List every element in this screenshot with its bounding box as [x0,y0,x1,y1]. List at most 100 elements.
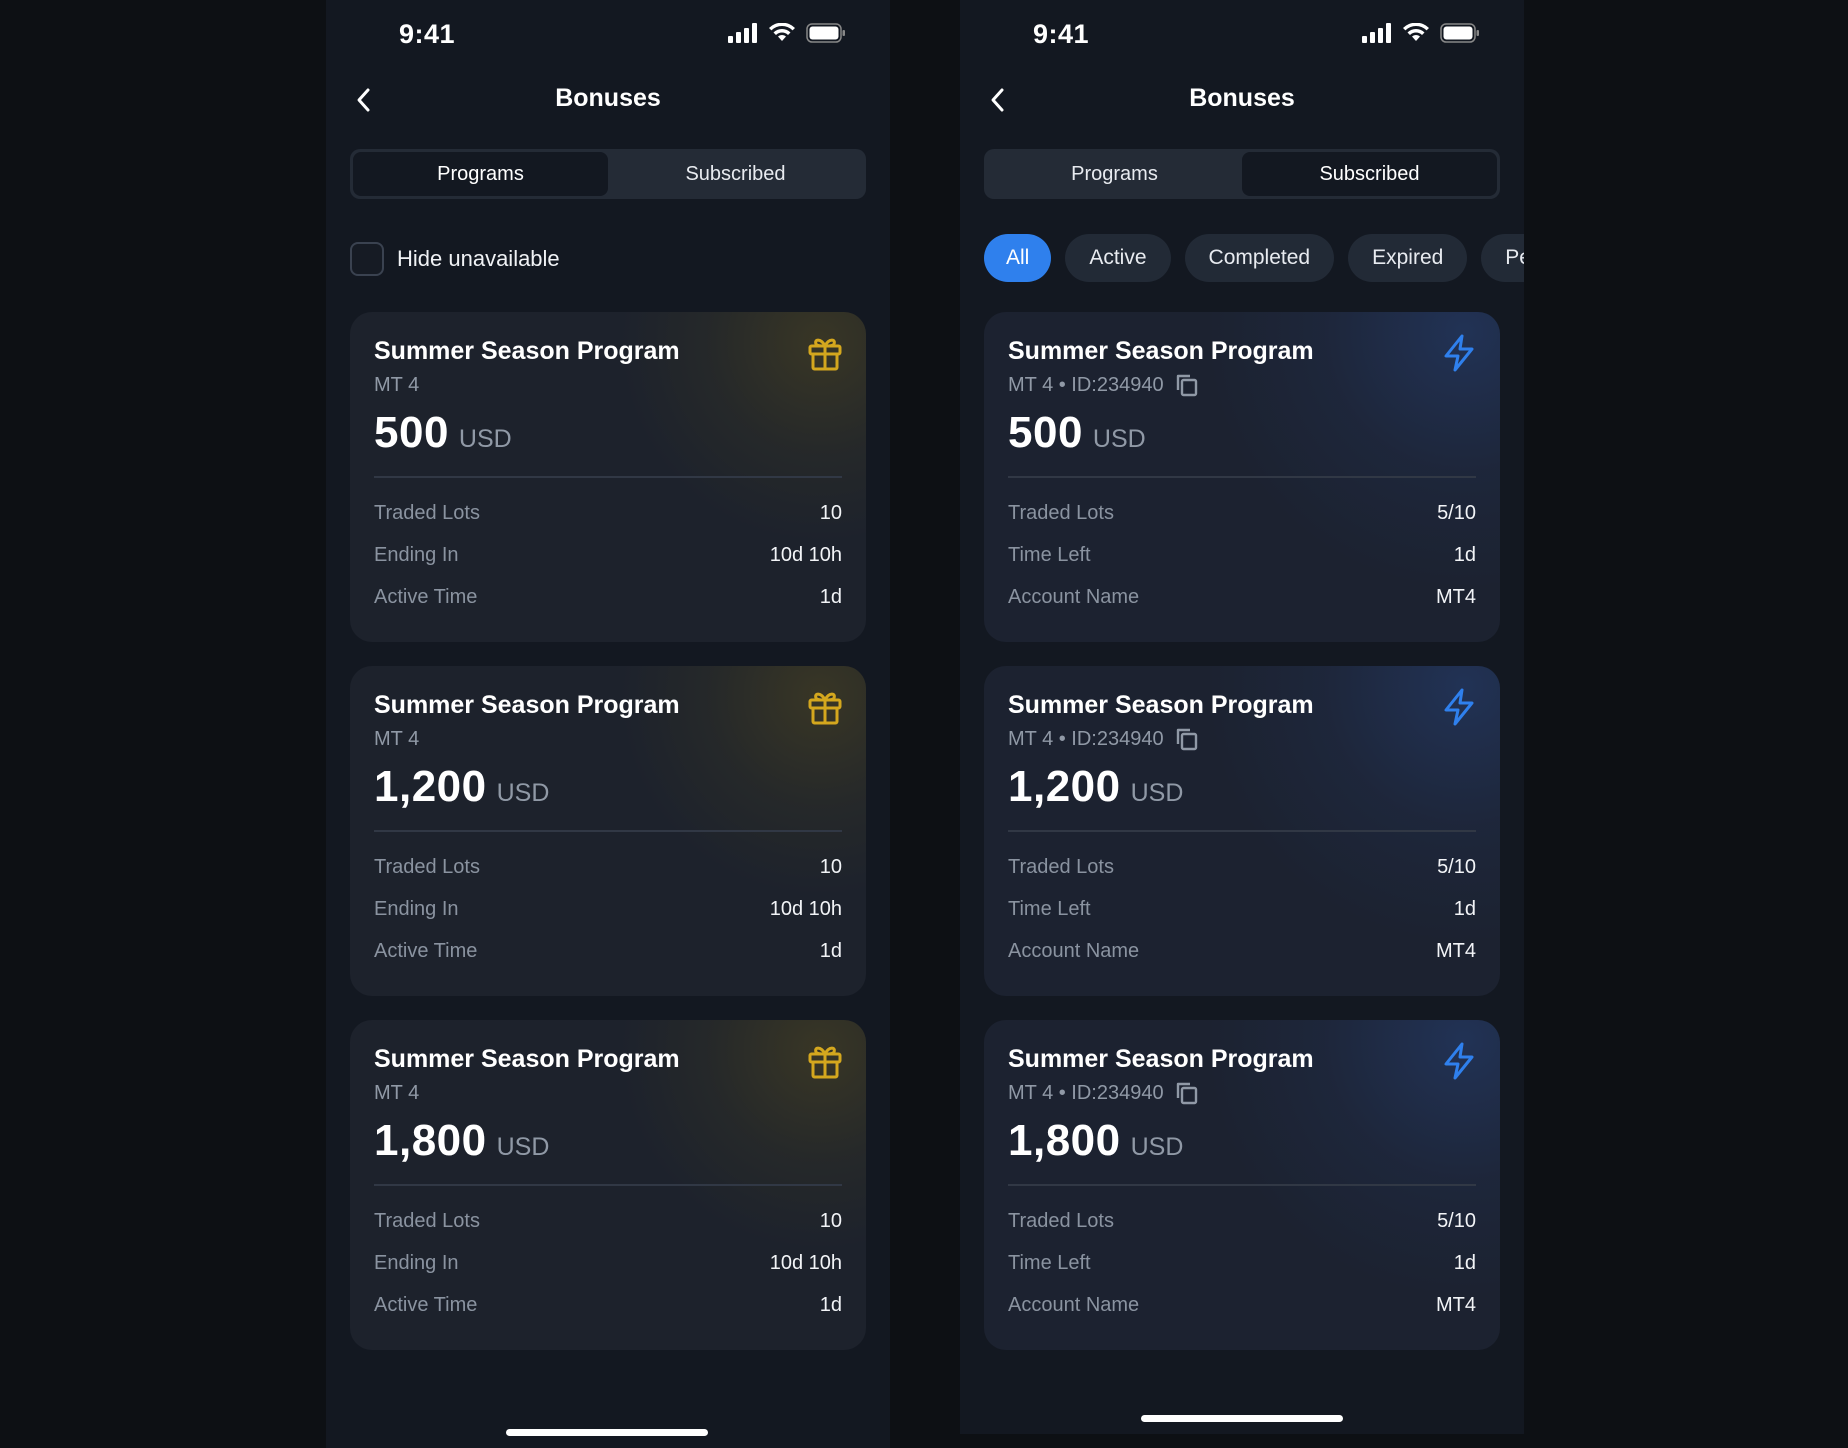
detail-row: Traded Lots 10 [374,846,842,888]
card-details: Traded Lots 10 Ending In 10d 10h Active Ti… [374,846,842,972]
copy-icon[interactable] [1174,726,1200,752]
program-card[interactable]: Summer Season Program MT 4 500 USD Trade… [350,312,866,642]
page-title: Bonuses [555,84,661,112]
card-subtitle: MT 4 [374,372,842,398]
detail-row: Account Name MT4 [1008,1284,1476,1326]
wifi-icon [769,23,795,41]
divider [374,830,842,832]
card-details: Traded Lots 5/10 Time Left 1d Account Name… [1008,1200,1476,1326]
tab-subscribed[interactable]: Subscribed [1242,152,1497,196]
tab-programs[interactable]: Programs [353,152,608,196]
program-card[interactable]: Summer Season Program MT 4 1,200 USD Tra… [350,666,866,996]
detail-row: Time Left 1d [1008,888,1476,930]
detail-row: Traded Lots 10 [374,492,842,534]
detail-row: Traded Lots 10 [374,1200,842,1242]
amount-value: 500 [374,408,449,457]
detail-label: Time Left [1008,543,1091,566]
card-title: Summer Season Program [374,337,680,365]
hide-unavailable-checkbox[interactable] [350,242,384,276]
status-bar: 9:41 [326,0,890,70]
detail-value: 1d [819,585,842,608]
filter-chip-completed[interactable]: Completed [1184,234,1335,282]
gift-icon [806,688,844,726]
subscribed-card[interactable]: Summer Season Program MT 4 • ID:234940 5… [984,312,1500,642]
segmented-control: Programs Subscribed [350,149,866,199]
detail-row: Account Name MT4 [1008,930,1476,972]
detail-label: Traded Lots [1008,855,1114,878]
tab-programs[interactable]: Programs [987,152,1242,196]
lightning-icon [1440,334,1478,372]
filter-chip-all[interactable]: All [984,234,1052,282]
filter-chip-expired[interactable]: Expired [1348,234,1468,282]
amount-value: 1,800 [374,1116,487,1165]
program-card[interactable]: Summer Season Program MT 4 1,800 USD Tra… [350,1020,866,1350]
hide-unavailable-row: Hide unavailable [350,240,560,278]
lightning-icon [1440,688,1478,726]
amount-currency: USD [1092,425,1146,453]
detail-label: Time Left [1008,897,1091,920]
detail-value: 1d [1453,897,1476,920]
card-title: Summer Season Program [1008,337,1314,365]
detail-row: Ending In 10d 10h [374,888,842,930]
status-time: 9:41 [399,19,456,49]
detail-row: Active Time 1d [374,1284,842,1326]
home-indicator[interactable] [506,1429,708,1436]
bonus-amount: 1,200 USD [374,762,842,814]
copy-icon[interactable] [1174,1080,1200,1106]
subscribed-card[interactable]: Summer Season Program MT 4 • ID:234940 1… [984,1020,1500,1350]
detail-row: Time Left 1d [1008,1242,1476,1284]
amount-value: 1,200 [1008,762,1121,811]
detail-label: Ending In [374,1251,459,1274]
amount-currency: USD [1130,779,1184,807]
card-subtitle: MT 4 • ID:234940 [1008,372,1476,398]
divider [374,1184,842,1186]
filter-chip-pending[interactable]: Pe [1481,234,1524,282]
detail-label: Traded Lots [1008,1209,1114,1232]
card-details: Traded Lots 10 Ending In 10d 10h Active Ti… [374,1200,842,1326]
copy-icon[interactable] [1174,372,1200,398]
detail-label: Account Name [1008,1293,1140,1316]
detail-value: 5/10 [1437,855,1476,878]
amount-value: 1,800 [1008,1116,1121,1165]
tab-subscribed[interactable]: Subscribed [608,152,863,196]
bonus-amount: 500 USD [1008,408,1476,460]
card-title: Summer Season Program [1008,691,1314,719]
detail-label: Traded Lots [1008,501,1114,524]
filter-chip-active[interactable]: Active [1065,234,1171,282]
home-indicator[interactable] [1141,1415,1343,1422]
hide-unavailable-label: Hide unavailable [397,246,560,271]
status-time: 9:41 [1033,19,1090,49]
bonus-amount: 1,200 USD [1008,762,1476,814]
card-title: Summer Season Program [1008,1045,1314,1073]
card-details: Traded Lots 10 Ending In 10d 10h Active Ti… [374,492,842,618]
detail-value: 10d 10h [769,543,842,566]
detail-value: 10d 10h [769,897,842,920]
detail-row: Traded Lots 5/10 [1008,846,1476,888]
bonus-amount: 500 USD [374,408,842,460]
detail-value: 10 [819,501,842,524]
detail-label: Time Left [1008,1251,1091,1274]
account-type: MT 4 [374,373,420,396]
subscribed-card[interactable]: Summer Season Program MT 4 • ID:234940 1… [984,666,1500,996]
account-type: MT 4 [374,727,420,750]
detail-value: MT4 [1436,939,1476,962]
nav-bar: Bonuses [960,78,1524,122]
amount-value: 1,200 [374,762,487,811]
lightning-icon [1440,1042,1478,1080]
detail-value: 1d [1453,543,1476,566]
card-title: Summer Season Program [374,1045,680,1073]
detail-value: 1d [819,1293,842,1316]
status-icons [1362,23,1480,43]
account-type: MT 4 [374,1081,420,1104]
detail-label: Ending In [374,897,459,920]
filter-chips: All Active Completed Expired Pe [984,234,1524,282]
account-id: MT 4 • ID:234940 [1008,727,1164,750]
card-subtitle: MT 4 • ID:234940 [1008,726,1476,752]
wifi-icon [1403,23,1429,41]
signal-icon [1362,23,1391,43]
status-icons [728,23,846,43]
detail-row: Ending In 10d 10h [374,534,842,576]
detail-label: Active Time [374,585,478,608]
detail-value: 1d [1453,1251,1476,1274]
detail-row: Traded Lots 5/10 [1008,1200,1476,1242]
